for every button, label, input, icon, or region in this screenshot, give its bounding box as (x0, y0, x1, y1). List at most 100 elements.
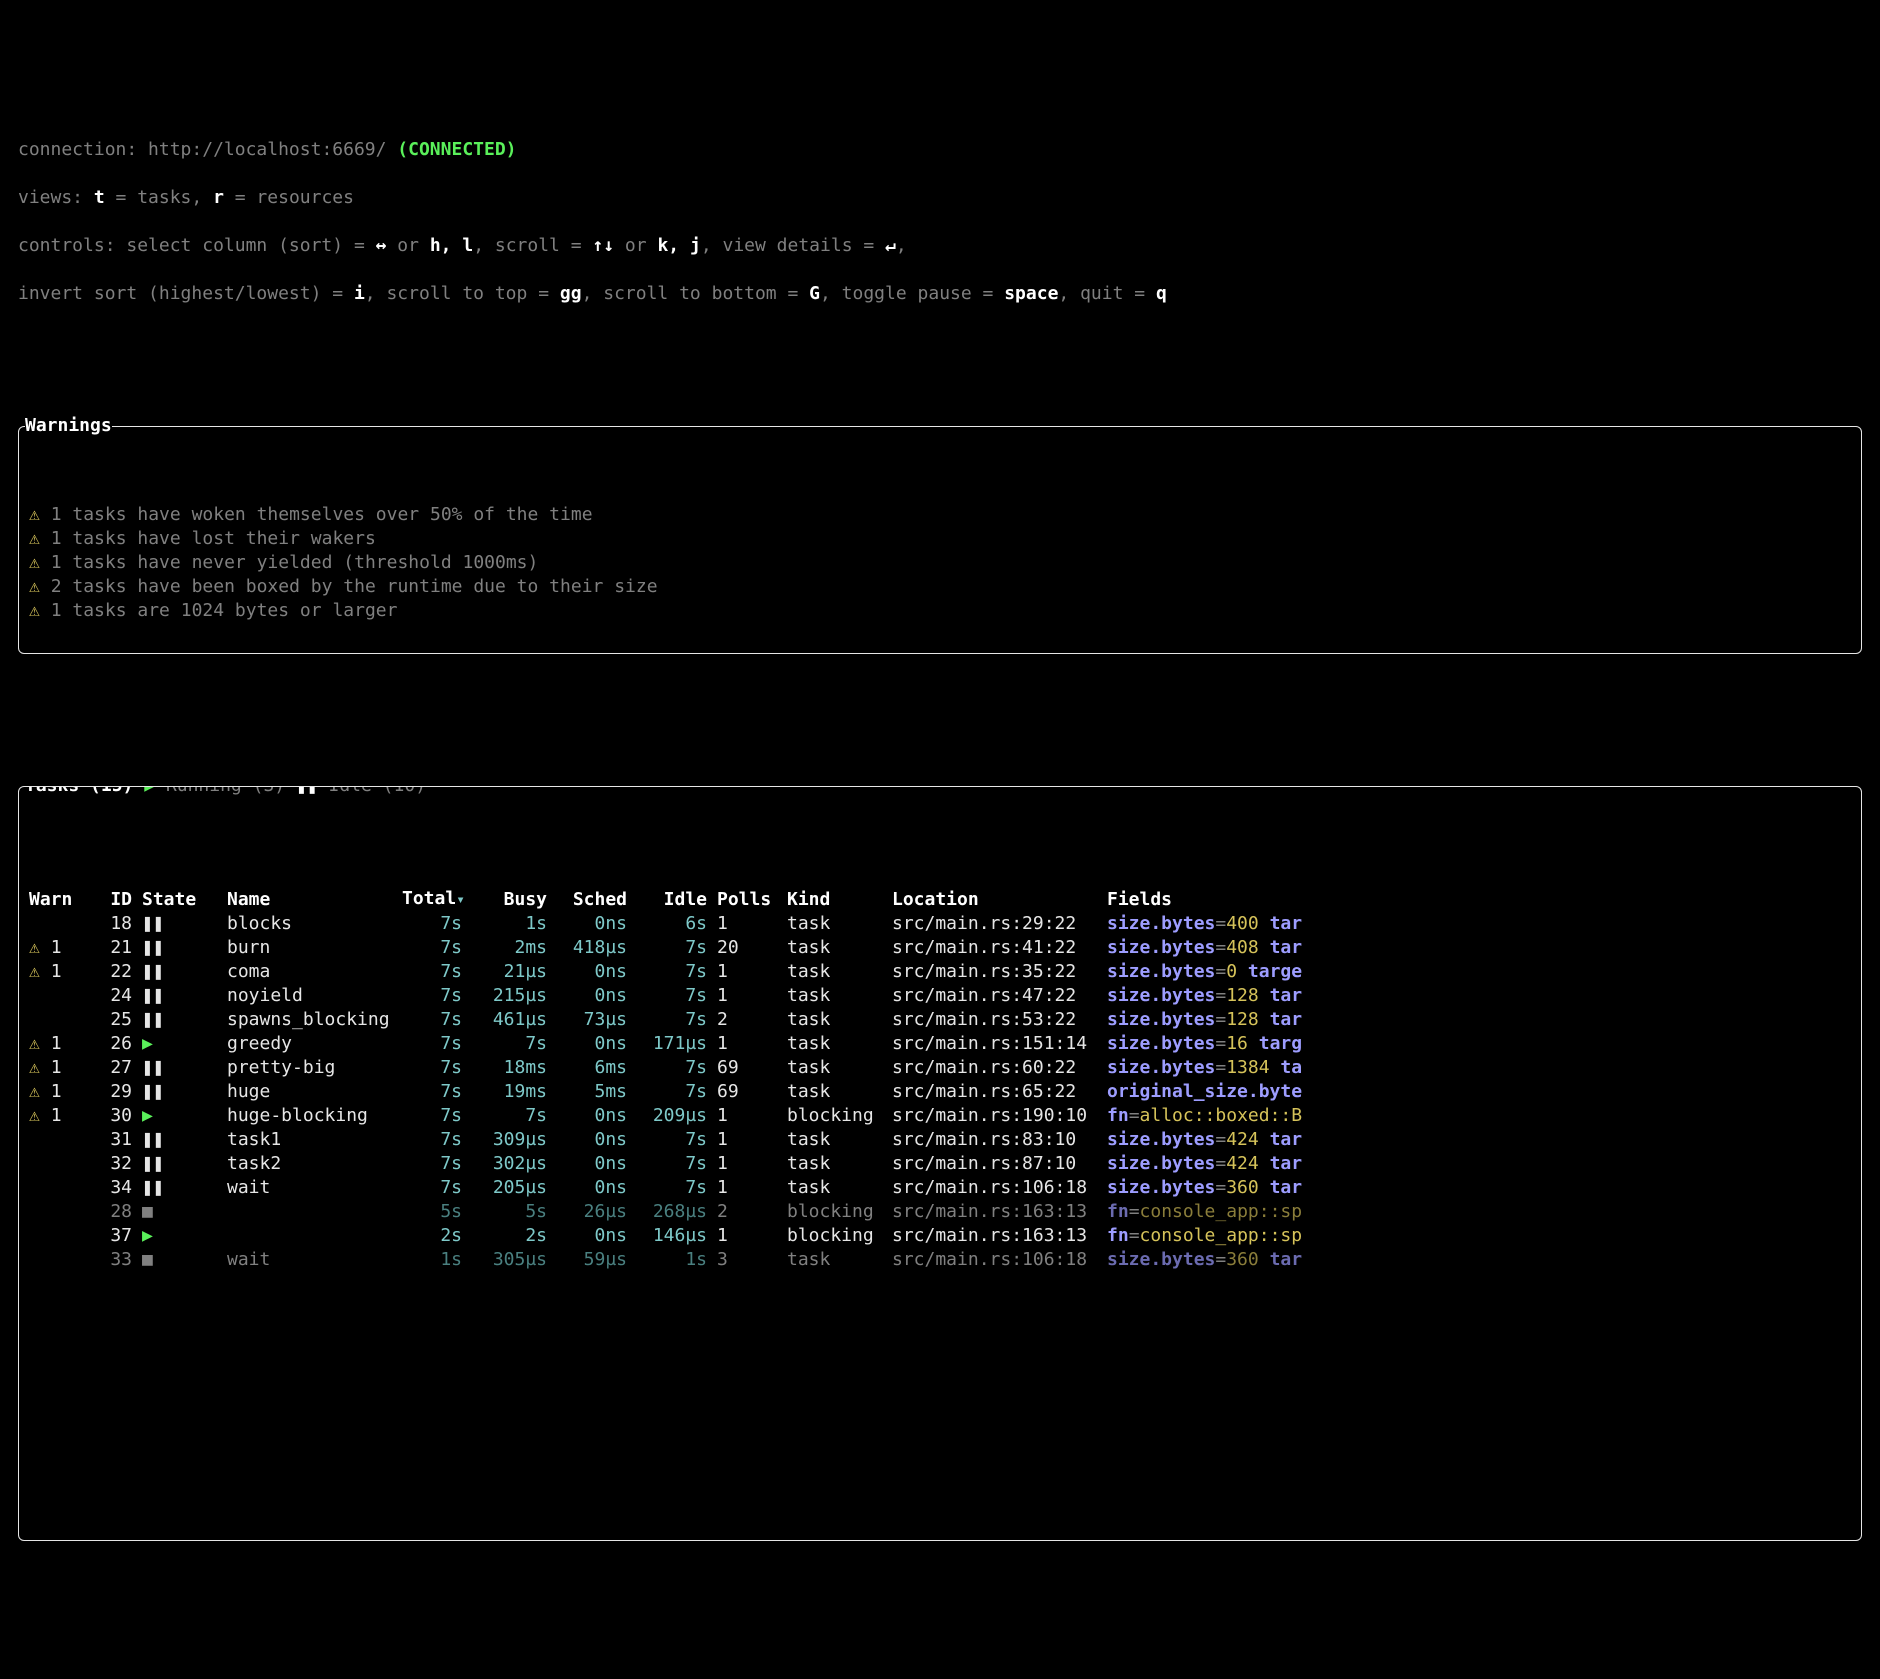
field-tail: tar (1259, 1153, 1302, 1174)
cell-fields: size.bytes=360 tar (1107, 1248, 1851, 1272)
cell-busy: 302µs (493, 1153, 547, 1174)
col-id[interactable]: ID (87, 887, 142, 912)
tasks-table[interactable]: Warn ID State Name Total▾ Busy Sched Idl… (29, 887, 1851, 1272)
cell-warn: ⚠ 1 (29, 1056, 87, 1080)
table-row[interactable]: 24❚❚noyield7s215µs0ns7s1tasksrc/main.rs:… (29, 984, 1851, 1008)
cell-kind: task (787, 961, 830, 982)
cell-state: ❚❚ (142, 936, 227, 960)
field-tail: tar (1259, 937, 1302, 958)
views-key-r[interactable]: r (213, 187, 224, 208)
cell-busy-wrap: 7s (472, 1032, 557, 1056)
field-eq: = (1215, 913, 1226, 934)
field-eq: = (1215, 961, 1226, 982)
cell-idle: 268µs (653, 1201, 707, 1222)
cell-kind-wrap: task (787, 960, 892, 984)
cell-loc-wrap: src/main.rs:65:22 (892, 1080, 1107, 1104)
warning-text: 1 tasks have woken themselves over 50% o… (51, 504, 593, 525)
cell-idle-wrap: 7s (637, 1152, 717, 1176)
cell-sched-wrap: 0ns (557, 1224, 637, 1248)
cell-kind-wrap: task (787, 1008, 892, 1032)
cell-warn: ⚠ 1 (29, 1080, 87, 1104)
col-total[interactable]: Total▾ (402, 887, 472, 912)
col-busy[interactable]: Busy (472, 887, 557, 912)
cell-location: src/main.rs:106:18 (892, 1249, 1087, 1270)
cell-polls: 1 (717, 985, 728, 1006)
warn-count: 1 (51, 1033, 62, 1054)
table-row[interactable]: 18❚❚blocks7s1s0ns6s1tasksrc/main.rs:29:2… (29, 912, 1851, 936)
table-row[interactable]: 28■5s5s26µs268µs2blockingsrc/main.rs:163… (29, 1200, 1851, 1224)
cell-fields: original_size.byte (1107, 1080, 1851, 1104)
col-state[interactable]: State (142, 887, 227, 912)
cell-sched-wrap: 0ns (557, 984, 637, 1008)
table-row[interactable]: 37▶2s2s0ns146µs1blockingsrc/main.rs:163:… (29, 1224, 1851, 1248)
cell-busy-wrap: 205µs (472, 1176, 557, 1200)
cell-idle: 7s (685, 1153, 707, 1174)
cell-id: 30 (110, 1105, 132, 1126)
key-hl: h, l (430, 235, 473, 256)
cell-sched: 0ns (594, 1105, 627, 1126)
cell-polls-wrap: 1 (717, 1224, 787, 1248)
col-warn[interactable]: Warn (29, 887, 87, 912)
cell-kind: task (787, 937, 830, 958)
col-idle[interactable]: Idle (637, 887, 717, 912)
cell-idle-wrap: 209µs (637, 1104, 717, 1128)
table-row[interactable]: 25❚❚spawns_blocking7s461µs73µs7s2tasksrc… (29, 1008, 1851, 1032)
cell-state: ❚❚ (142, 1128, 227, 1152)
cell-total: 7s (440, 961, 462, 982)
cell-state: ❚❚ (142, 960, 227, 984)
cell-kind: task (787, 913, 830, 934)
key-up-down-icon: ↑↓ (592, 235, 614, 256)
cell-busy-wrap: 305µs (472, 1248, 557, 1272)
cell-id: 26 (110, 1033, 132, 1054)
col-kind[interactable]: Kind (787, 887, 892, 912)
cell-name-wrap: pretty-big (227, 1056, 402, 1080)
cell-name-wrap: task1 (227, 1128, 402, 1152)
table-row[interactable]: 34❚❚wait7s205µs0ns7s1tasksrc/main.rs:106… (29, 1176, 1851, 1200)
stop-icon: ■ (142, 1201, 153, 1222)
cell-kind-wrap: task (787, 1176, 892, 1200)
col-location[interactable]: Location (892, 887, 1107, 912)
cell-polls: 2 (717, 1201, 728, 1222)
cell-polls-wrap: 69 (717, 1080, 787, 1104)
col-sched[interactable]: Sched (557, 887, 637, 912)
warnings-panel: Warnings ⚠ 1 tasks have woken themselves… (18, 426, 1862, 654)
cell-kind-wrap: blocking (787, 1104, 892, 1128)
table-row[interactable]: 33■wait1s305µs59µs1s3tasksrc/main.rs:106… (29, 1248, 1851, 1272)
views-key-t[interactable]: t (94, 187, 105, 208)
tasks-panel[interactable]: Tasks (15) ▶ Running (3) ❚❚ Idle (10)───… (18, 786, 1862, 1541)
field-key: size.bytes (1107, 1177, 1215, 1198)
cell-name: huge (227, 1081, 270, 1102)
cell-busy-wrap: 7s (472, 1104, 557, 1128)
col-polls[interactable]: Polls (717, 887, 787, 912)
table-row[interactable]: ⚠ 127❚❚pretty-big7s18ms6ms7s69tasksrc/ma… (29, 1056, 1851, 1080)
field-key: size.bytes (1107, 1033, 1215, 1054)
cell-sched-wrap: 0ns (557, 1104, 637, 1128)
table-row[interactable]: ⚠ 129❚❚huge7s19ms5ms7s69tasksrc/main.rs:… (29, 1080, 1851, 1104)
cell-polls-wrap: 3 (717, 1248, 787, 1272)
controls-line-1: controls: select column (sort) = ↔ or h,… (18, 234, 1862, 258)
field-val: console_app::sp (1140, 1201, 1303, 1222)
cell-fields: size.bytes=424 tar (1107, 1128, 1851, 1152)
table-row[interactable]: 32❚❚task27s302µs0ns7s1tasksrc/main.rs:87… (29, 1152, 1851, 1176)
cell-loc-wrap: src/main.rs:163:13 (892, 1200, 1107, 1224)
cell-sched: 0ns (594, 1177, 627, 1198)
table-row[interactable]: ⚠ 121❚❚burn7s2ms418µs7s20tasksrc/main.rs… (29, 936, 1851, 960)
cell-name-wrap: coma (227, 960, 402, 984)
col-fields[interactable]: Fields (1107, 887, 1851, 912)
table-row[interactable]: ⚠ 130▶huge-blocking7s7s0ns209µs1blocking… (29, 1104, 1851, 1128)
cell-idle: 7s (685, 985, 707, 1006)
cell-id-wrap: 28 (87, 1200, 142, 1224)
cell-idle-wrap: 171µs (637, 1032, 717, 1056)
cell-idle: 1s (685, 1249, 707, 1270)
col-name[interactable]: Name (227, 887, 402, 912)
field-tail: targe (1237, 961, 1302, 982)
cell-busy-wrap: 21µs (472, 960, 557, 984)
cell-state: ❚❚ (142, 912, 227, 936)
table-row[interactable]: ⚠ 126▶greedy7s7s0ns171µs1tasksrc/main.rs… (29, 1032, 1851, 1056)
table-row[interactable]: ⚠ 122❚❚coma7s21µs0ns7s1tasksrc/main.rs:3… (29, 960, 1851, 984)
cell-polls: 1 (717, 1177, 728, 1198)
cell-polls: 1 (717, 1153, 728, 1174)
cell-polls-wrap: 2 (717, 1200, 787, 1224)
pause-icon: ❚❚ (142, 961, 164, 982)
table-row[interactable]: 31❚❚task17s309µs0ns7s1tasksrc/main.rs:83… (29, 1128, 1851, 1152)
